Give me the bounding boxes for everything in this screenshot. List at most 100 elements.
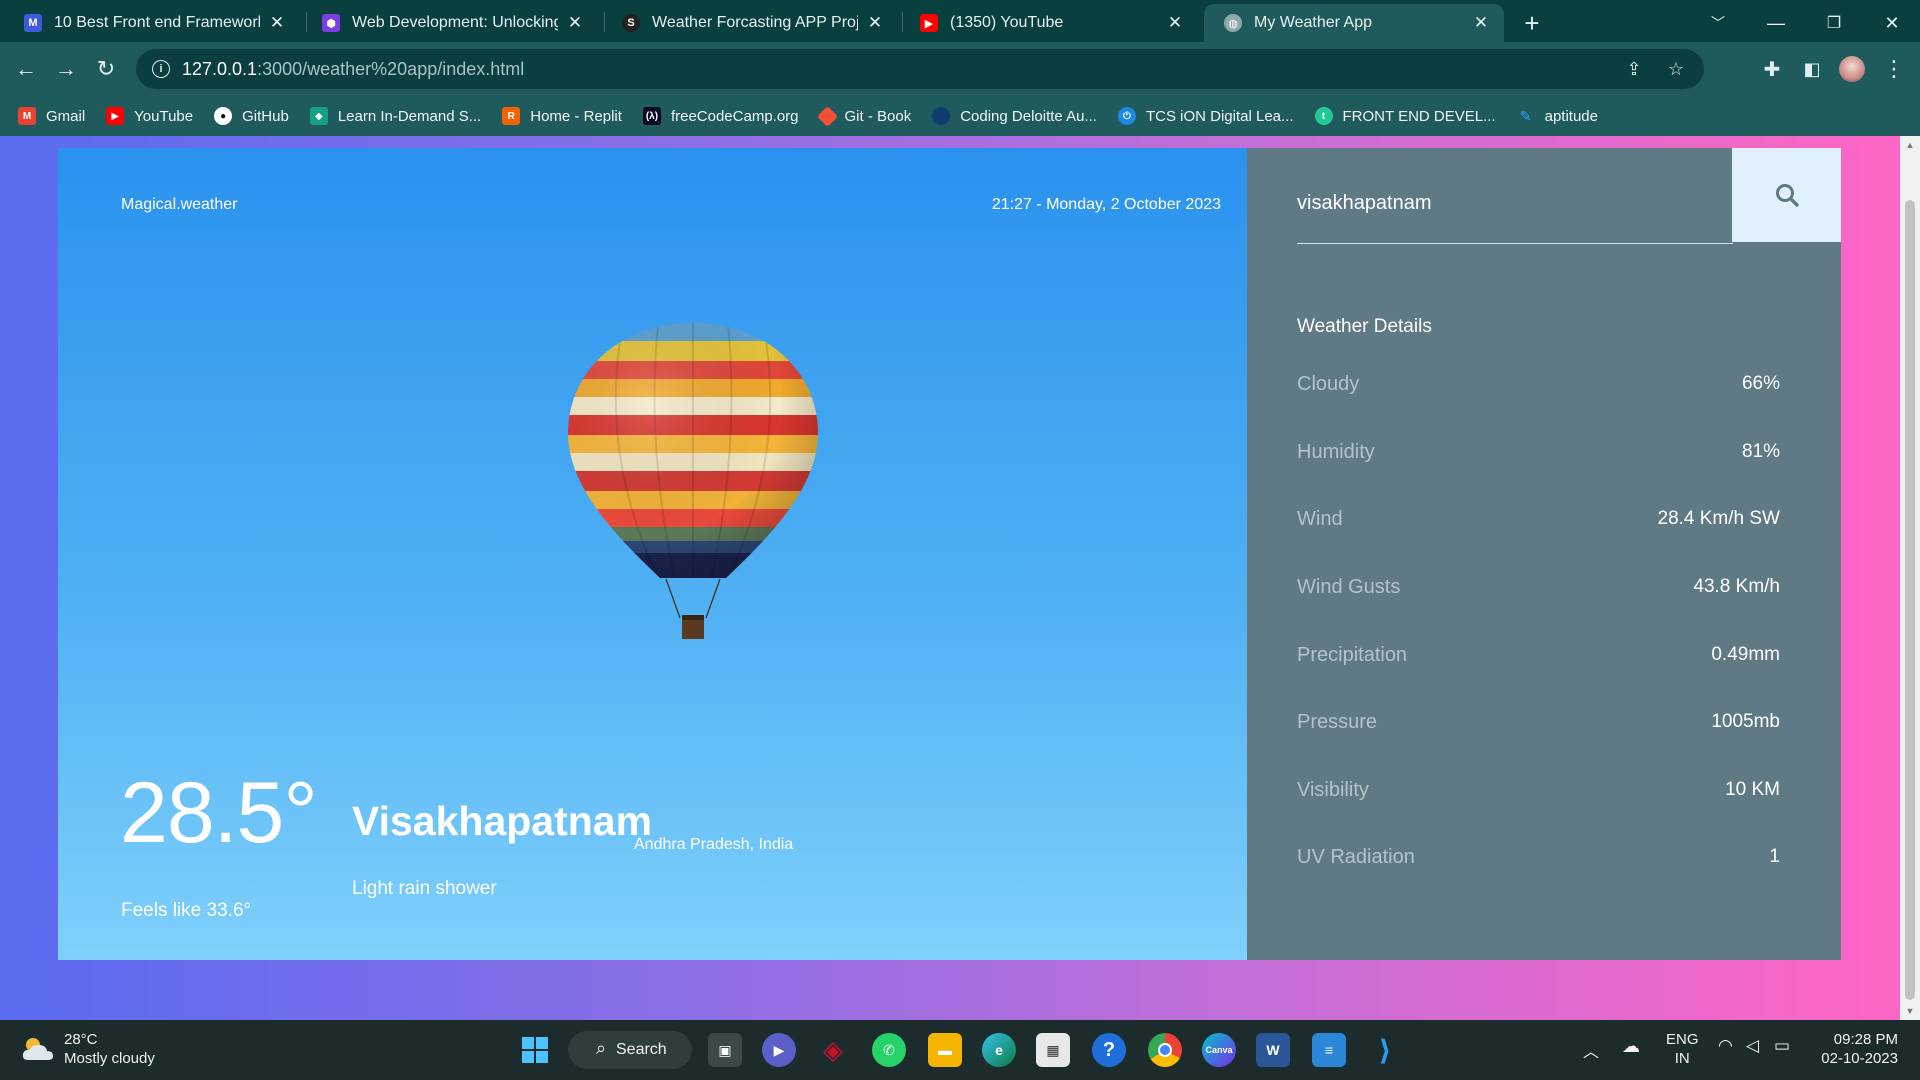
- vscode-icon[interactable]: ⟩: [1368, 1033, 1402, 1067]
- tab-search-chevron-icon[interactable]: ﹀: [1696, 4, 1740, 42]
- page-scrollbar[interactable]: ▲ ▼: [1900, 136, 1920, 1020]
- reload-icon[interactable]: ↻: [88, 51, 124, 87]
- bookmark-github[interactable]: ● GitHub: [214, 107, 289, 125]
- tray-chevron-up-icon[interactable]: ︿: [1583, 1038, 1599, 1062]
- taskbar-weather-temp: 28°C: [64, 1031, 98, 1048]
- weather-condition: Light rain shower: [352, 878, 497, 899]
- onedrive-icon[interactable]: ☁: [1622, 1036, 1640, 1057]
- site-info-icon[interactable]: i: [152, 60, 170, 78]
- task-view-icon[interactable]: ▣: [708, 1033, 742, 1067]
- close-icon[interactable]: ✕: [1166, 13, 1184, 33]
- tab-title: My Weather App: [1254, 14, 1372, 31]
- lang-top: ENG: [1666, 1031, 1699, 1048]
- weather-details-panel: Weather Details Cloudy 66% Humidity 81% Wi…: [1247, 148, 1841, 960]
- avatar[interactable]: [1834, 51, 1870, 87]
- close-icon[interactable]: ✕: [1472, 13, 1490, 33]
- bookmark-youtube[interactable]: ▶ YouTube: [106, 107, 193, 125]
- minimize-button[interactable]: —: [1754, 4, 1798, 42]
- help-icon[interactable]: ?: [1092, 1033, 1126, 1067]
- browser-tab-active[interactable]: ◍ My Weather App ✕: [1204, 4, 1504, 42]
- detail-value: 1005mb: [1711, 711, 1780, 732]
- detail-row-wind: Wind 28.4 Km/h SW: [1297, 504, 1780, 534]
- language-indicator[interactable]: ENG IN: [1666, 1030, 1699, 1068]
- canva-icon[interactable]: Canva: [1202, 1033, 1236, 1067]
- close-icon[interactable]: ✕: [566, 13, 584, 33]
- globe-icon: ◍: [1224, 14, 1242, 32]
- taskbar-search-button[interactable]: ⌕ Search: [568, 1031, 692, 1069]
- bookmark-label: aptitude: [1544, 107, 1598, 125]
- browser-toolbar: ← → ↻ i 127.0.0.1:3000/weather%20app/ind…: [0, 42, 1920, 96]
- taskbar-weather-widget[interactable]: 28°C Mostly cloudy: [20, 1030, 155, 1068]
- scroll-up-arrow-icon[interactable]: ▲: [1900, 140, 1920, 150]
- detail-row-humidity: Humidity 81%: [1297, 437, 1780, 467]
- bookmark-freecodecamp[interactable]: (λ) freeCodeCamp.org: [642, 107, 799, 125]
- close-icon[interactable]: ✕: [866, 13, 884, 33]
- bookmark-gmail[interactable]: M Gmail: [18, 107, 85, 125]
- bookmark-replit[interactable]: R Home - Replit: [502, 107, 622, 125]
- taskbar-clock[interactable]: 09:28 PM 02-10-2023: [1818, 1030, 1898, 1068]
- detail-label: Humidity: [1297, 440, 1375, 463]
- hot-air-balloon-image: [568, 323, 818, 639]
- url-path: :3000/weather%20app/index.html: [257, 58, 525, 79]
- lang-bottom: IN: [1674, 1050, 1690, 1067]
- github-icon: ●: [214, 107, 233, 125]
- detail-value: 28.4 Km/h SW: [1657, 508, 1781, 529]
- new-tab-button[interactable]: +: [1510, 4, 1554, 42]
- tcs-icon: ⏻: [1117, 107, 1136, 125]
- t-icon: t: [1314, 107, 1333, 125]
- word-icon[interactable]: W: [1256, 1033, 1290, 1067]
- details-title: Weather Details: [1297, 316, 1432, 337]
- browser-tab[interactable]: ⬢ Web Development: Unlocking th ✕: [302, 4, 598, 42]
- extensions-puzzle-icon[interactable]: ✚: [1754, 51, 1790, 87]
- browser-tab[interactable]: M 10 Best Front end Frameworks fo ✕: [4, 4, 300, 42]
- brand-logo[interactable]: Magical.weather: [121, 196, 238, 214]
- bookmark-label: FRONT END DEVEL...: [1342, 107, 1496, 125]
- bookmark-aptitude[interactable]: ✎ aptitude: [1517, 107, 1598, 125]
- bookmark-front-end[interactable]: t FRONT END DEVEL...: [1314, 107, 1496, 125]
- notepad-icon[interactable]: ≡: [1312, 1033, 1346, 1067]
- windows-start-icon[interactable]: [518, 1033, 552, 1067]
- teams-chat-icon[interactable]: ▶: [762, 1033, 796, 1067]
- wifi-icon[interactable]: ◠: [1718, 1036, 1733, 1056]
- bookmark-learn[interactable]: ◆ Learn In-Demand S...: [309, 107, 482, 125]
- battery-icon[interactable]: ▭: [1774, 1036, 1790, 1056]
- file-explorer-icon[interactable]: ▬: [928, 1033, 962, 1067]
- detail-row-uv-radiation: UV Radiation 1: [1297, 842, 1780, 872]
- browser-tab[interactable]: S Weather Forcasting APP Project ✕: [602, 4, 898, 42]
- scroll-down-arrow-icon[interactable]: ▼: [1900, 1006, 1920, 1016]
- git-icon: [816, 105, 838, 127]
- detail-value: 1: [1769, 846, 1780, 867]
- side-panel-icon[interactable]: ◧: [1794, 51, 1830, 87]
- back-arrow-icon[interactable]: ←: [8, 51, 44, 87]
- volume-icon[interactable]: ◁: [1746, 1036, 1759, 1056]
- detail-row-visibility: Visibility 10 KM: [1297, 775, 1780, 805]
- edge-icon[interactable]: e: [982, 1033, 1016, 1067]
- bookmark-deloitte[interactable]: Coding Deloitte Au...: [932, 107, 1097, 125]
- tab-strip: M 10 Best Front end Frameworks fo ✕ ⬢ We…: [0, 0, 1920, 42]
- bookmark-star-icon[interactable]: ☆: [1658, 49, 1694, 89]
- detail-value: 10 KM: [1725, 779, 1780, 800]
- bookmark-tcs[interactable]: ⏻ TCS iON Digital Lea...: [1117, 107, 1294, 125]
- detail-label: Cloudy: [1297, 372, 1360, 395]
- mcafee-icon[interactable]: ◈: [816, 1033, 850, 1067]
- browser-tab[interactable]: ▶ (1350) YouTube ✕: [900, 4, 1198, 42]
- scrollbar-thumb[interactable]: [1905, 200, 1915, 1000]
- forward-arrow-icon[interactable]: →: [48, 51, 84, 87]
- date-time: 21:27 - Monday, 2 October 2023: [991, 196, 1221, 213]
- url-host: 127.0.0.1: [182, 58, 258, 79]
- s-logo-icon: S: [622, 14, 640, 32]
- close-window-button[interactable]: ✕: [1870, 4, 1914, 42]
- bookmark-git-book[interactable]: Git - Book: [816, 105, 911, 127]
- menu-kebab-icon[interactable]: ⋮: [1876, 51, 1912, 87]
- close-icon[interactable]: ✕: [268, 13, 286, 33]
- whatsapp-icon[interactable]: ✆: [872, 1033, 906, 1067]
- share-icon[interactable]: ⇪: [1616, 49, 1652, 89]
- address-bar[interactable]: i 127.0.0.1:3000/weather%20app/index.htm…: [136, 49, 1704, 89]
- bookmark-label: Learn In-Demand S...: [337, 107, 482, 125]
- city-search-input[interactable]: [1297, 164, 1733, 244]
- chrome-icon[interactable]: [1148, 1033, 1182, 1067]
- microsoft-store-icon[interactable]: ▦: [1036, 1033, 1070, 1067]
- cloud-sun-icon: [22, 1038, 53, 1060]
- search-button[interactable]: [1732, 148, 1841, 242]
- restore-button[interactable]: ❐: [1812, 4, 1856, 42]
